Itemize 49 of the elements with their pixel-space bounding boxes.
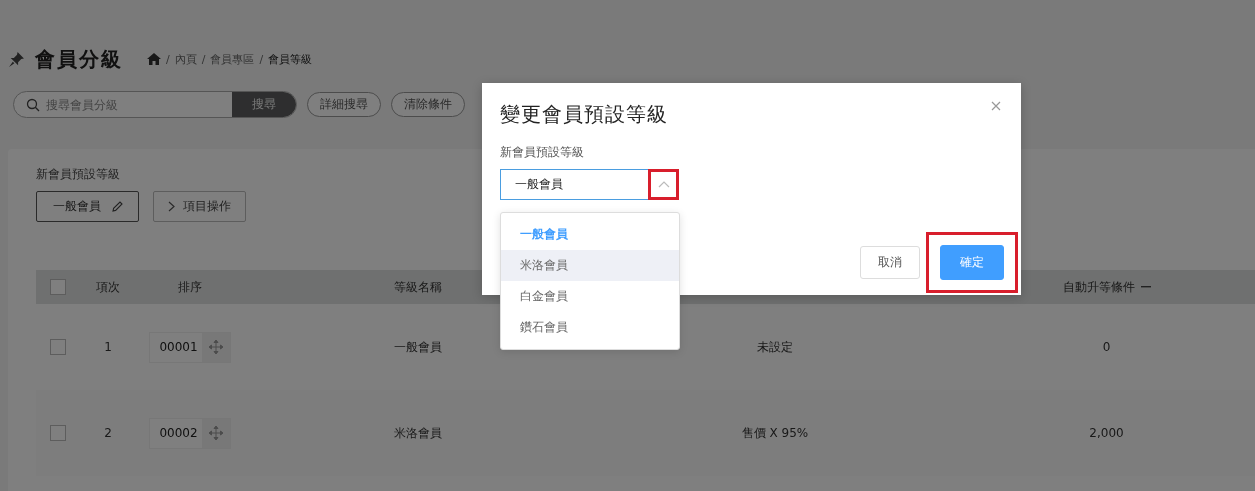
checkbox[interactable] bbox=[50, 279, 66, 295]
table-cell: 售價 X 95% bbox=[741, 424, 809, 442]
home-icon[interactable] bbox=[147, 53, 161, 65]
checkbox[interactable] bbox=[50, 339, 66, 355]
table-cell: 2 bbox=[104, 426, 112, 440]
dropdown-option[interactable]: 鑽石會員 bbox=[501, 312, 679, 343]
checkbox[interactable] bbox=[50, 425, 66, 441]
cancel-button[interactable]: 取消 bbox=[860, 246, 920, 279]
breadcrumb-separator: / bbox=[259, 52, 264, 66]
column-header: 等級名稱 bbox=[394, 278, 442, 296]
move-icon[interactable] bbox=[207, 339, 224, 355]
breadcrumb-item: 會員等級 bbox=[268, 51, 313, 67]
order-field[interactable]: 00001 bbox=[149, 331, 231, 363]
table-cell: 0 bbox=[1102, 340, 1111, 354]
column-header: 項次 bbox=[96, 278, 120, 296]
pin-icon[interactable] bbox=[8, 50, 25, 68]
table-cell: 2,000 bbox=[1089, 426, 1124, 440]
dropdown-option[interactable]: 白金會員 bbox=[501, 281, 679, 312]
breadcrumb-separator: / bbox=[201, 52, 206, 66]
column-header: 自動升等條件 bbox=[1062, 278, 1135, 296]
search-icon bbox=[26, 97, 40, 112]
page-title: 會員分級 bbox=[35, 45, 123, 73]
item-actions-button[interactable]: 項目操作 bbox=[153, 191, 246, 222]
pencil-icon bbox=[111, 200, 124, 213]
dropdown-option[interactable]: 米洛會員 bbox=[501, 250, 679, 281]
highlight-frame[interactable] bbox=[648, 169, 679, 200]
dropdown-option[interactable]: 一般會員 bbox=[501, 219, 679, 250]
table-cell: 1 bbox=[104, 340, 112, 354]
chevron-right-icon bbox=[168, 201, 175, 212]
breadcrumb-separator: / bbox=[166, 52, 170, 66]
close-button[interactable] bbox=[989, 99, 1003, 113]
filter-button[interactable]: 詳細搜尋 bbox=[307, 92, 381, 117]
close-icon bbox=[991, 101, 1001, 111]
confirm-button[interactable]: 確定 bbox=[940, 245, 1004, 280]
search-button[interactable]: 搜尋 bbox=[232, 92, 296, 117]
field-label: 新會員預設等級 bbox=[500, 144, 585, 161]
column-header: 排序 bbox=[178, 278, 202, 296]
field-label: 新會員預設等級 bbox=[36, 166, 121, 183]
filter-button[interactable]: 清除條件 bbox=[391, 92, 465, 117]
table-cell: 米洛會員 bbox=[394, 424, 442, 442]
default-level-button[interactable]: 一般會員 bbox=[36, 191, 139, 222]
dialog-title: 變更會員預設等級 bbox=[500, 101, 668, 128]
breadcrumb-item[interactable]: 會員專區 bbox=[210, 51, 255, 67]
table-cell: 未設定 bbox=[757, 338, 793, 356]
breadcrumb-item[interactable]: 內頁 bbox=[174, 51, 197, 67]
move-icon[interactable] bbox=[207, 425, 224, 441]
level-select[interactable]: 一般會員 bbox=[500, 169, 648, 200]
table-cell: 一般會員 bbox=[394, 338, 442, 356]
order-field[interactable]: 00002 bbox=[149, 417, 231, 449]
